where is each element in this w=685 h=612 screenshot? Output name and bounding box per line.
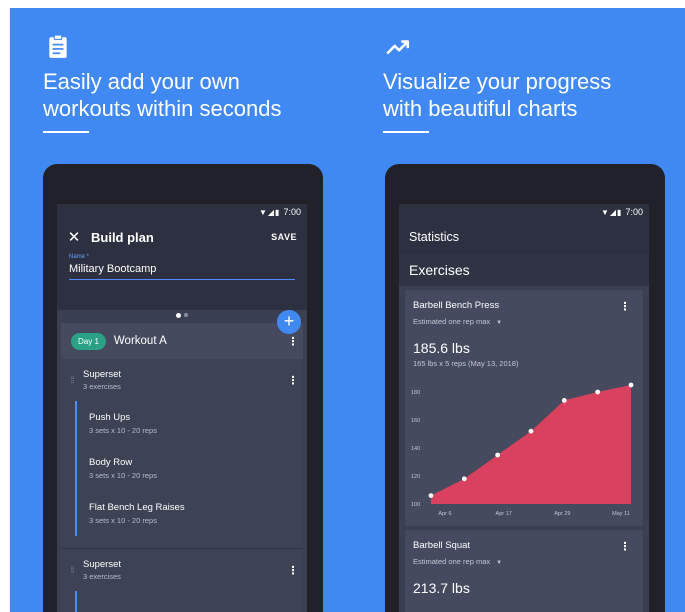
more-vert-icon[interactable]: ⋮ [283,374,303,387]
y-tick-label: 140 [411,446,420,452]
exercise-item[interactable]: Push Ups 3 sets x 10 - 20 reps [89,401,303,446]
phone-frame: ▼◢▮ 7:00 ✕ Build plan SAVE Name * Milita… [43,164,323,612]
headline-line-2: workouts within seconds [43,96,282,121]
chart-point [495,452,501,458]
stat-value: 213.7 lbs [413,580,470,596]
save-button[interactable]: SAVE [271,232,307,242]
x-tick-label: Apr 29 [554,511,570,517]
metric-label: Estimated one rep max [413,557,491,566]
page-dot-active[interactable] [176,312,181,318]
superset-title: Superset [83,369,122,380]
screen-title: Statistics [409,230,460,244]
more-vert-icon[interactable]: ⋮ [283,564,303,577]
exercise-item[interactable]: Body Row 3 sets x 10 - 20 reps [89,446,303,491]
exercise-name: Barbell Squat [413,540,471,551]
drag-handle-icon[interactable]: ⁞⁞ [61,565,83,575]
exercise-detail: 3 sets x 10 - 20 reps [89,426,157,435]
more-vert-icon[interactable]: ⋮ [283,335,303,348]
exercise-detail: 3 sets x 10 - 20 reps [89,516,157,525]
day-card[interactable]: Day 1 Workout A ⋮ [61,323,303,359]
promo-headline: Easily add your own workouts within seco… [43,68,343,122]
chart-point [461,476,467,482]
y-tick-label: 120 [411,474,420,480]
superset-card[interactable]: ⁞⁞ Superset 3 exercises ⋮ Push Ups 3 set… [61,359,303,549]
stat-card[interactable]: Barbell Squat ⋮ Estimated one rep max ▼ 2… [405,530,643,612]
superset-header: ⁞⁞ Superset 3 exercises ⋮ [61,359,303,401]
stat-card[interactable]: Barbell Bench Press ⋮ Estimated one rep … [405,290,643,526]
plus-icon: + [283,311,295,331]
headline-underline [383,131,429,133]
trending-up-icon [386,40,410,55]
x-tick-label: May 11 [612,511,630,517]
more-vert-icon[interactable]: ⋮ [615,300,635,313]
exercise-detail: 3 sets x 10 - 20 reps [89,471,157,480]
phone-frame: ▼◢▮ 7:00 Statistics Exercises Barbell Be… [385,164,665,612]
promo-build-plan: Easily add your own workouts within seco… [10,8,340,612]
metric-dropdown[interactable]: Estimated one rep max ▼ [405,313,643,326]
headline-line-1: Easily add your own [43,69,240,94]
chart-point [561,398,567,403]
name-input[interactable]: Military Bootcamp [69,260,295,280]
x-tick-label: Apr 17 [496,511,512,517]
y-tick-label: 180 [411,390,420,396]
chart-point [595,389,601,395]
status-bar: ▼◢▮ 7:00 [399,204,649,220]
superset-title: Superset [83,559,122,570]
superset-card[interactable]: ⁞⁞ Superset 3 exercises ⋮ [61,549,303,612]
y-tick-label: 100 [411,502,420,508]
exercise-item[interactable]: Flat Bench Leg Raises 3 sets x 10 - 20 r… [89,491,303,536]
promo-headline: Visualize your progress with beautiful c… [383,68,683,122]
add-day-button[interactable]: + [277,310,301,334]
promo-canvas: Easily add your own workouts within seco… [10,8,685,612]
exercise-list: Push Ups 3 sets x 10 - 20 reps Body Row … [75,401,303,536]
metric-label: Estimated one rep max [413,317,491,326]
page-dot[interactable] [184,313,188,317]
stat-value: 185.6 lbs [413,340,470,356]
status-time: 7:00 [283,207,301,217]
exercise-name: Barbell Bench Press [413,300,500,311]
chart-area [431,385,631,504]
page-indicator [57,310,307,320]
app-bar: ✕ Build plan SAVE [57,220,307,254]
dropdown-arrow-icon: ▼ [496,320,503,326]
signal-wifi-battery-icon: ▼◢▮ [258,207,281,217]
status-time: 7:00 [625,207,643,217]
app-bar: Statistics [399,220,649,254]
exercise-name: Body Row [89,457,133,468]
day-chip: Day 1 [71,332,106,350]
headline-line-1: Visualize your progress [383,69,612,94]
more-vert-icon[interactable]: ⋮ [615,540,635,553]
status-bar: ▼◢▮ 7:00 [57,204,307,220]
headline-line-2: with beautiful charts [383,96,578,121]
section-title: Exercises [399,254,649,286]
x-tick-label: Apr 6 [438,511,451,517]
stat-detail: 165 lbs x 5 reps (May 13, 2018) [413,359,519,368]
exercise-name: Flat Bench Leg Raises [89,502,185,513]
screen-title: Build plan [91,229,154,245]
signal-wifi-battery-icon: ▼◢▮ [600,207,623,217]
name-field-container: Name * Military Bootcamp + [57,254,307,334]
chart-point [528,428,534,434]
superset-header: ⁞⁞ Superset 3 exercises ⋮ [61,549,303,591]
y-tick-label: 160 [411,418,420,424]
promo-statistics: Visualize your progress with beautiful c… [350,8,680,612]
superset-subtitle: 3 exercises [83,572,121,581]
progress-chart: 100 120 140 160 180 Apr 6 Apr 17 Apr 29 May 11 [411,382,634,517]
dropdown-arrow-icon: ▼ [496,560,503,566]
build-plan-screen: ▼◢▮ 7:00 ✕ Build plan SAVE Name * Milita… [57,204,307,612]
statistics-screen: ▼◢▮ 7:00 Statistics Exercises Barbell Be… [399,204,649,612]
chart-point [428,493,434,498]
close-icon[interactable]: ✕ [57,228,91,246]
headline-underline [43,131,89,133]
exercise-list [75,591,303,612]
chart-point [628,382,634,388]
drag-handle-icon[interactable]: ⁞⁞ [61,375,83,385]
clipboard-icon [49,34,67,58]
day-name: Workout A [113,335,167,347]
metric-dropdown[interactable]: Estimated one rep max ▼ [405,553,643,566]
exercise-name: Push Ups [89,412,131,423]
superset-subtitle: 3 exercises [83,382,121,391]
